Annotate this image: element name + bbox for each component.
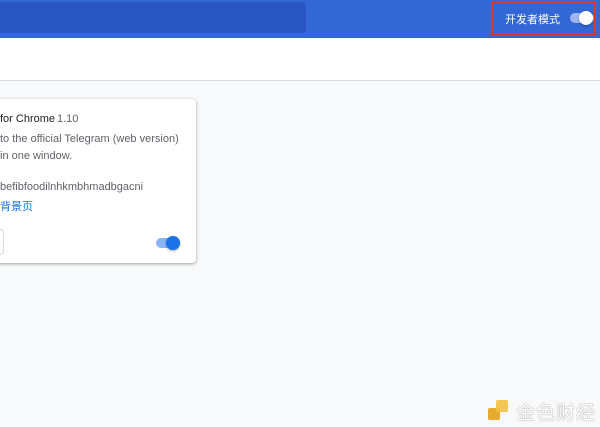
developer-mode-label: 开发者模式 — [505, 13, 560, 26]
search-input[interactable] — [0, 2, 306, 33]
watermark: 金色财经 — [488, 398, 596, 424]
developer-mode-toggle-knob[interactable] — [579, 11, 593, 25]
secondary-toolbar — [0, 38, 600, 81]
extension-version: 1.10 — [57, 113, 79, 125]
top-toolbar: 开发者模式 — [0, 0, 600, 38]
extension-name: for Chrome — [0, 113, 56, 125]
extension-enable-toggle-knob[interactable] — [166, 236, 180, 250]
extension-id: befibfoodilnhkmbhmadbgacni — [0, 181, 144, 193]
watermark-logo-icon — [488, 400, 510, 422]
developer-mode-control: 开发者模式 — [491, 1, 596, 35]
watermark-text: 金色财经 — [516, 401, 597, 424]
extension-description: to the official Telegram (web version) i… — [0, 133, 179, 162]
background-page-link[interactable]: 背景页 — [0, 198, 33, 214]
details-button[interactable] — [0, 229, 4, 255]
extension-card: for Chrome 1.10 to the official Telegram… — [0, 99, 196, 263]
